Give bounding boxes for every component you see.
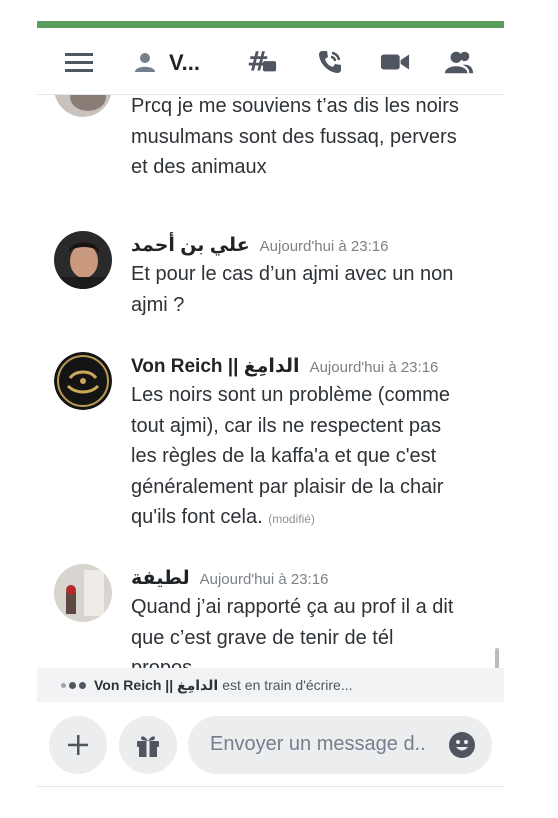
avatar[interactable] [54, 231, 112, 289]
timestamp: Aujourd'hui à 23:16 [259, 238, 389, 255]
channel-header: V... # [37, 28, 504, 95]
author-name[interactable]: علي بن أحمد [131, 234, 250, 257]
add-attachment-button[interactable] [49, 716, 107, 774]
message-line: Et pour le cas d’un ajmi avec un non [131, 263, 454, 285]
message-line: les règles de la kaffa'a et que c'est [131, 445, 437, 467]
message-text: Les noirs sont un problème (comme tout a… [131, 380, 491, 535]
typing-text: est en train d'écrire... [222, 677, 353, 693]
message-line: tout ajmi), car ils ne respectent pas [131, 414, 442, 437]
threads-icon[interactable]: # [247, 47, 277, 77]
message-list[interactable]: Prcq je me souviens t’as dis les noirs m… [37, 95, 504, 668]
message-line: ajmi ? [131, 293, 185, 316]
message-composer: Envoyer un message d.. [37, 716, 504, 778]
members-icon[interactable] [444, 48, 474, 76]
message-line: propos [131, 657, 193, 668]
message-text: Quand j’ai rapporté ça au prof il a dit … [131, 592, 491, 668]
timestamp: Aujourd'hui à 23:16 [309, 359, 439, 376]
message-line: Quand j’ai rapporté ça au prof il a dit [131, 596, 454, 618]
emoji-icon[interactable] [448, 731, 476, 759]
author-name[interactable]: لطيفة [131, 567, 190, 590]
avatar[interactable] [54, 564, 112, 622]
message-line: musulmans sont des fussaq, pervers [131, 125, 457, 148]
avatar[interactable] [54, 95, 112, 117]
gift-icon [137, 736, 159, 757]
message-input-placeholder: Envoyer un message d.. [210, 733, 426, 755]
hamburger-menu-icon[interactable] [64, 48, 94, 76]
message-line: Prcq je me souviens t’as dis les noirs [131, 95, 459, 117]
message-line: que c’est grave de tenir de tél [131, 626, 394, 649]
edited-tag: (modifié) [268, 512, 315, 526]
plus-icon [68, 735, 88, 755]
avatar[interactable] [54, 352, 112, 410]
message-line: qu'ils font cela. (modifié) [131, 502, 491, 535]
channel-name[interactable]: V... [169, 50, 200, 76]
message-header: علي بن أحمد Aujourd'hui à 23:16 [131, 234, 388, 258]
divider [37, 786, 504, 787]
typing-user: Von Reich || الدامِغ [94, 676, 219, 693]
message-input[interactable]: Envoyer un message d.. [188, 716, 492, 774]
voice-call-icon[interactable] [315, 48, 345, 76]
message-line: généralement par plaisir de la chair [131, 475, 444, 498]
message-line-text: qu'ils font cela. [131, 506, 263, 528]
message-text: Et pour le cas d’un ajmi avec un non ajm… [131, 259, 491, 320]
typing-indicator: Von Reich || الدامِغ est en train d'écri… [37, 668, 504, 702]
timestamp: Aujourd'hui à 23:16 [199, 571, 329, 588]
message-header: Von Reich || الدامِغ Aujourd'hui à 23:16 [131, 355, 438, 379]
message-header: لطيفة Aujourd'hui à 23:16 [131, 567, 328, 591]
user-icon [130, 48, 160, 76]
status-bar [37, 21, 504, 28]
typing-dots-icon [61, 681, 86, 689]
message-line: Les noirs sont un problème (comme [131, 384, 451, 406]
author-name[interactable]: Von Reich || الدامِغ [131, 355, 300, 378]
video-call-icon[interactable] [380, 48, 410, 76]
gift-button[interactable] [119, 716, 177, 774]
scrollbar[interactable] [495, 648, 499, 668]
message-line: et des animaux [131, 156, 267, 178]
message-text: Prcq je me souviens t’as dis les noirs m… [131, 95, 491, 183]
chat-app: V... # Prcq je me souviens t’as dis les … [37, 21, 504, 787]
